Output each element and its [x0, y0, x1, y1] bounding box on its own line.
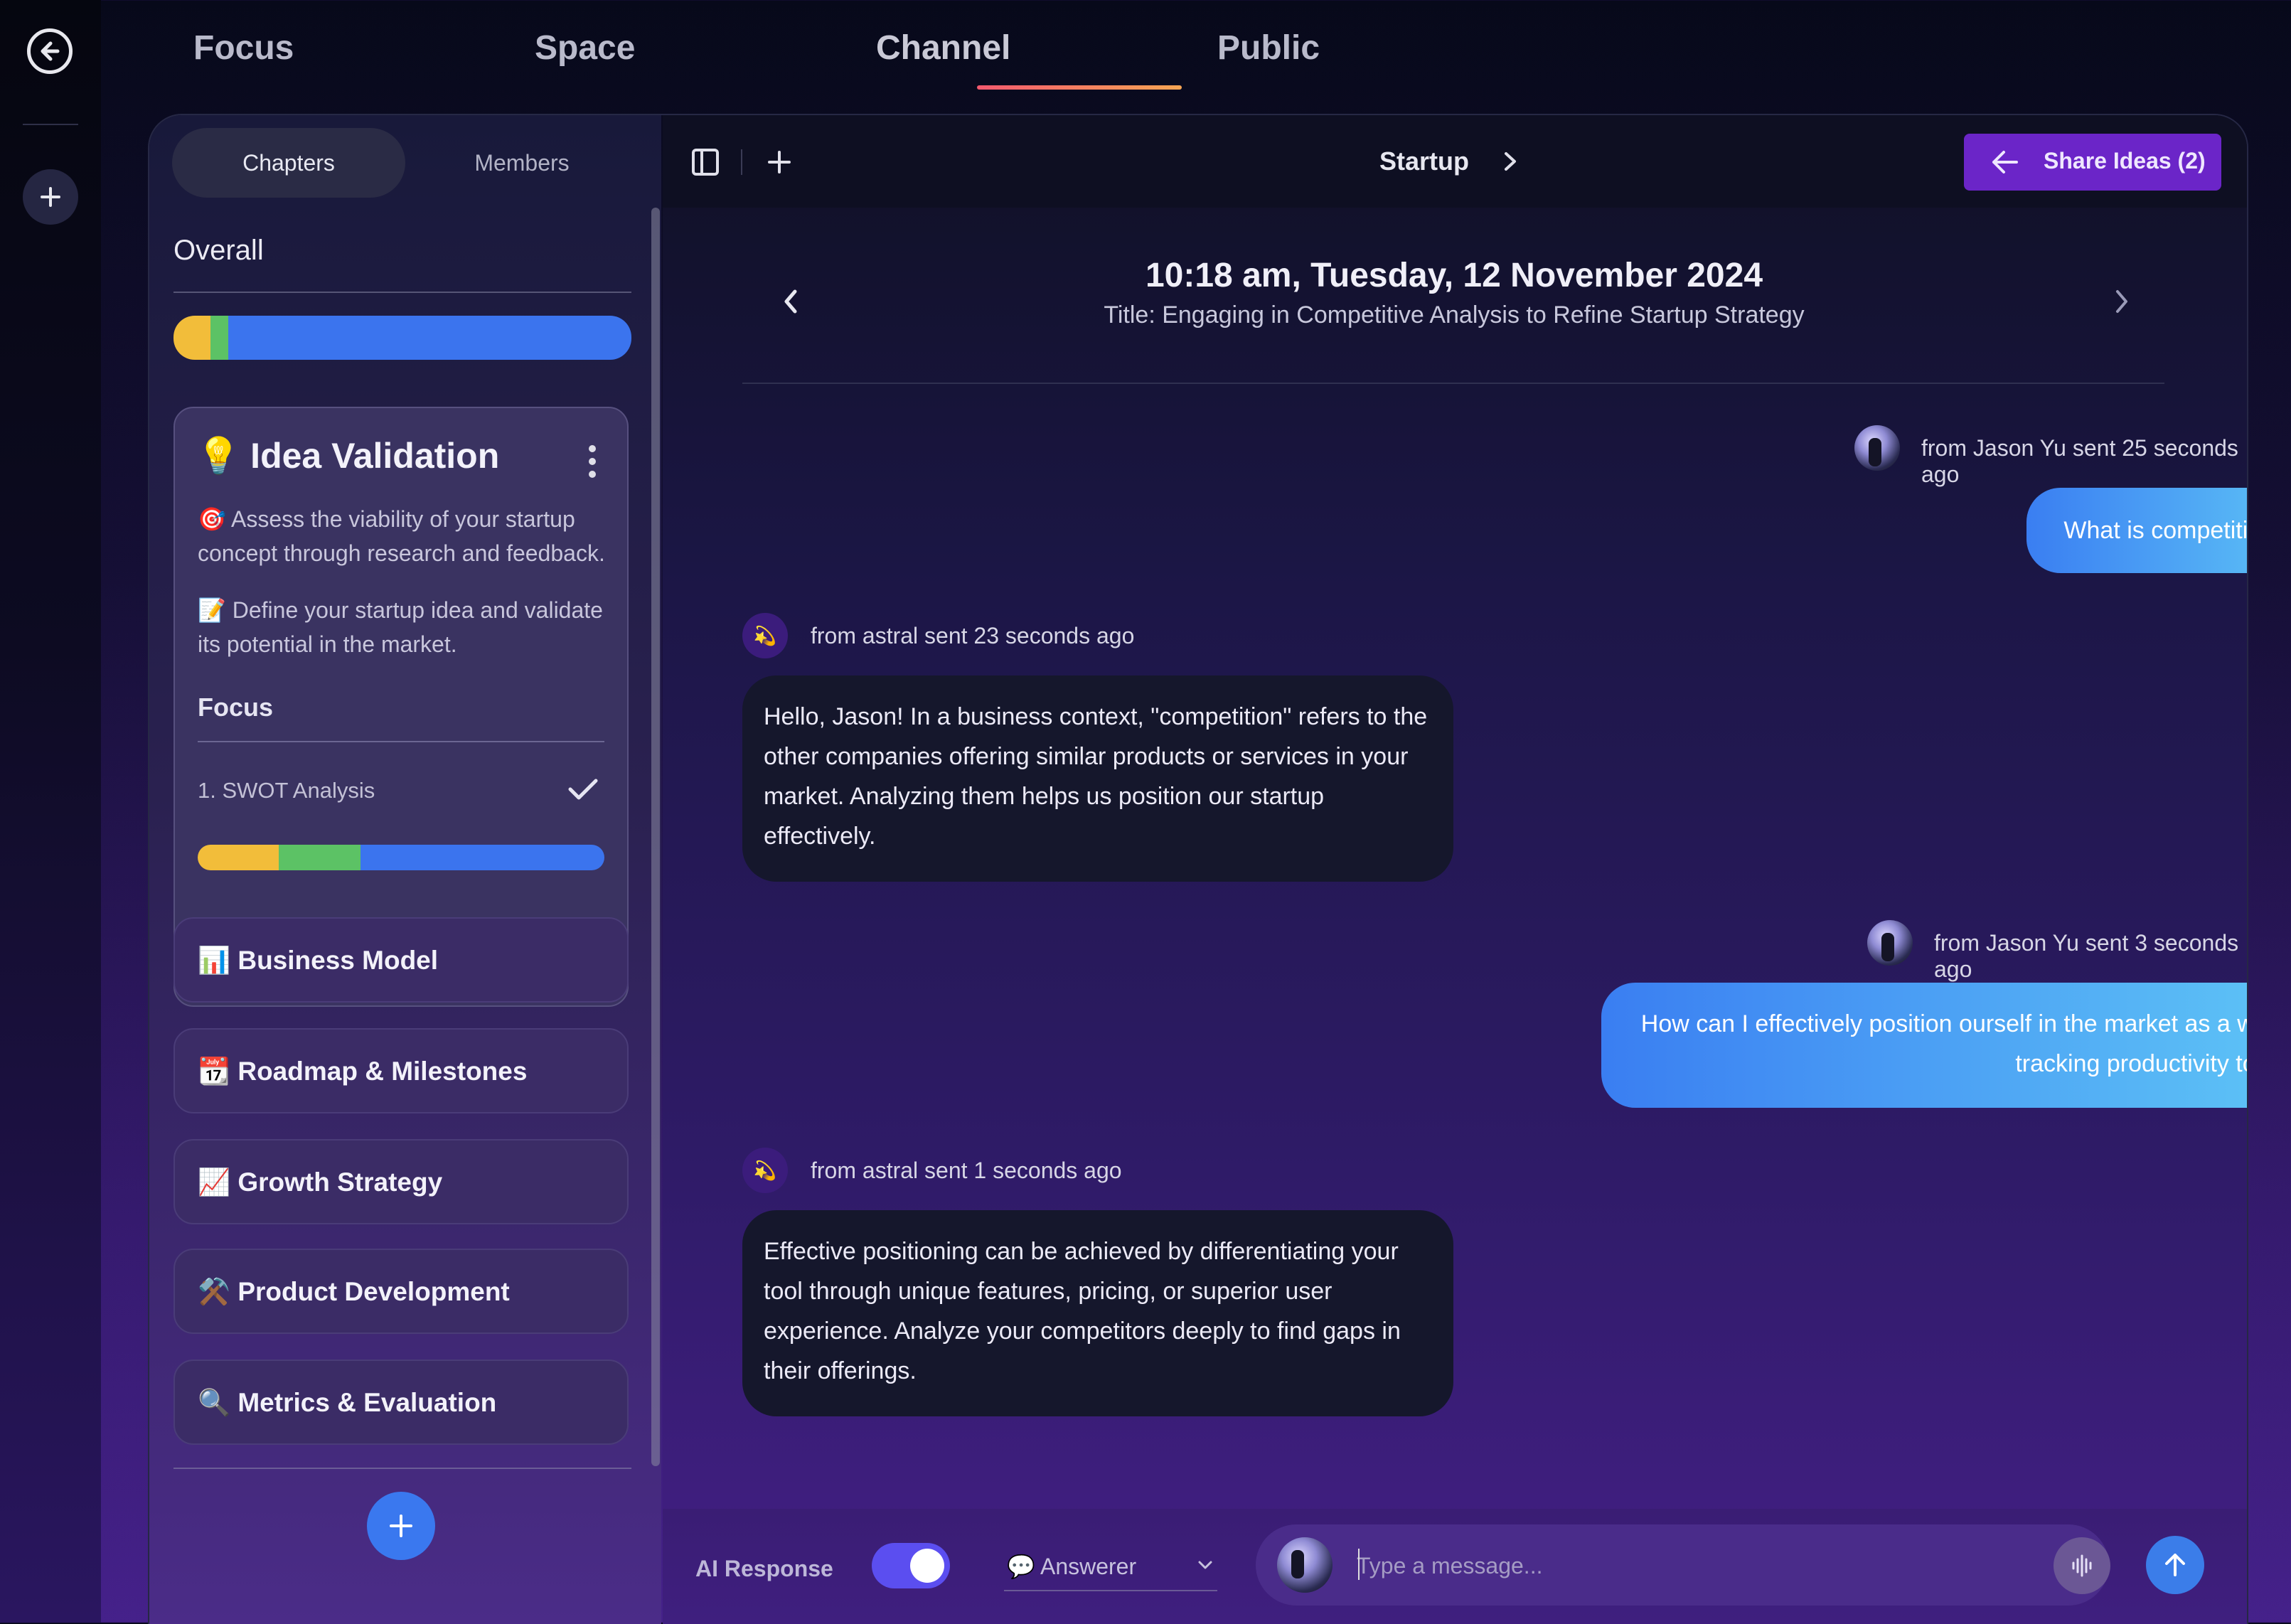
progress-segment-yellow: [198, 845, 279, 870]
progress-segment-blue: [360, 845, 604, 870]
share-ideas-label: Share Ideas (2): [2044, 148, 2206, 173]
mode-select-value: 💬 Answerer: [1007, 1554, 1137, 1579]
breadcrumb[interactable]: Startup: [1379, 146, 1469, 176]
message-meta: from Jason Yu sent 3 seconds ago: [1934, 930, 2239, 982]
chapter-label: 🔍 Metrics & Evaluation: [198, 1388, 497, 1417]
message-meta: from Jason Yu sent 25 seconds ago: [1921, 435, 2238, 487]
back-icon[interactable]: [27, 28, 73, 74]
chapter-card-product[interactable]: ⚒️ Product Development: [173, 1249, 629, 1334]
ai-response-toggle[interactable]: [872, 1543, 950, 1588]
focus-label: Focus: [198, 693, 274, 722]
lightbulb-icon: 💡: [196, 436, 241, 476]
more-options-icon[interactable]: [589, 445, 596, 484]
top-nav: Focus Space Channel Public: [101, 0, 2291, 107]
sidebar-divider: [173, 1468, 631, 1469]
active-tab-underline: [977, 85, 1182, 90]
overall-divider: [173, 292, 631, 293]
progress-segment-green: [210, 316, 229, 360]
chapter-card-roadmap[interactable]: 📆 Roadmap & Milestones: [173, 1028, 629, 1113]
segment-members[interactable]: Members: [405, 128, 639, 198]
segment-chapters[interactable]: Chapters: [172, 128, 405, 198]
chapter-card-growth[interactable]: 📈 Growth Strategy: [173, 1139, 629, 1224]
session-title: Title: Engaging in Competitive Analysis …: [1104, 301, 1805, 328]
astral-avatar-icon: 💫: [742, 1148, 788, 1193]
chapter-card-business-model[interactable]: 📊 Business Model: [173, 917, 629, 1003]
chapter-title: 💡 Idea Validation: [196, 435, 499, 477]
chapter-label: 📊 Business Model: [198, 946, 439, 975]
progress-segment-blue: [228, 316, 631, 360]
sidebar-segment-control: Chapters Members: [172, 128, 636, 198]
bot-message-bubble: Effective positioning can be achieved by…: [742, 1210, 1453, 1416]
plus-icon: [390, 1515, 412, 1537]
session-date: 10:18 am, Tuesday, 12 November 2024: [1145, 257, 1763, 294]
add-space-button[interactable]: [23, 169, 78, 225]
header-separator: [741, 149, 742, 175]
chevron-down-icon: [1198, 1561, 1212, 1569]
chapter-label: ⚒️ Product Development: [198, 1277, 510, 1306]
send-button[interactable]: [2146, 1536, 2204, 1594]
session-divider: [742, 383, 2164, 384]
avatar: [1854, 425, 1900, 471]
left-rail: [0, 0, 101, 1623]
toggle-knob: [910, 1549, 944, 1583]
sidebar-toggle-icon[interactable]: [691, 148, 720, 176]
add-chapter-button[interactable]: [367, 1492, 435, 1560]
arrow-left-icon: [1992, 151, 2018, 173]
progress-segment-green: [279, 845, 361, 870]
avatar: [1867, 920, 1913, 966]
main-frame: Chapters Members Overall 💡 Idea Validati…: [148, 114, 2248, 1624]
new-chat-icon[interactable]: [765, 148, 794, 176]
overall-label: Overall: [173, 235, 264, 266]
share-ideas-button[interactable]: Share Ideas (2): [1964, 134, 2221, 191]
overall-progress-bar: [173, 316, 631, 360]
chevron-right-icon[interactable]: [1502, 149, 1519, 173]
tab-public[interactable]: Public: [1217, 28, 1320, 68]
chat-panel: Startup Share Ideas (2) 10:18 am, Tuesda…: [663, 115, 2247, 1624]
message-composer: [1256, 1524, 2110, 1606]
tab-space[interactable]: Space: [535, 28, 635, 68]
rail-divider: [23, 124, 78, 125]
chapter-label: 📆 Roadmap & Milestones: [198, 1057, 528, 1086]
next-session-icon[interactable]: [2112, 283, 2133, 320]
chapter-title-text: Idea Validation: [250, 436, 500, 476]
user-message-bubble: What is competition?: [2026, 488, 2247, 573]
voice-input-button[interactable]: [2054, 1537, 2110, 1594]
message-meta: from astral sent 1 seconds ago: [811, 1158, 1122, 1183]
chapter-desc-1: 🎯 Assess the viability of your startup c…: [198, 506, 605, 566]
chapter-card-metrics[interactable]: 🔍 Metrics & Evaluation: [173, 1359, 629, 1445]
message-input[interactable]: [1355, 1547, 1984, 1584]
checkmark-icon[interactable]: [566, 775, 600, 803]
message-meta: from astral sent 23 seconds ago: [811, 623, 1135, 648]
arrow-up-icon: [2165, 1554, 2185, 1576]
ai-response-label: AI Response: [695, 1556, 833, 1581]
chat-header: Startup Share Ideas (2): [663, 115, 2247, 208]
user-message-bubble: How can I effectively position ourself i…: [1601, 983, 2247, 1108]
chapter-progress-bar: [198, 845, 604, 870]
astral-avatar-icon: 💫: [742, 613, 788, 658]
chapter-desc-2: 📝 Define your startup idea and validate …: [198, 597, 603, 657]
tab-focus[interactable]: Focus: [193, 28, 294, 68]
tab-channel[interactable]: Channel: [876, 28, 1010, 68]
focus-divider: [198, 741, 604, 742]
waveform-icon: [2072, 1554, 2092, 1577]
bot-message-bubble: Hello, Jason! In a business context, "co…: [742, 675, 1453, 882]
text-caret: [1358, 1549, 1360, 1580]
chapter-label: 📈 Growth Strategy: [198, 1168, 443, 1197]
avatar: [1277, 1537, 1333, 1593]
mode-select[interactable]: 💬 Answerer: [1004, 1546, 1217, 1591]
progress-segment-yellow: [173, 316, 210, 360]
focus-item[interactable]: 1. SWOT Analysis: [198, 778, 375, 803]
chapters-sidebar: Chapters Members Overall 💡 Idea Validati…: [149, 115, 661, 1624]
sidebar-scrollbar[interactable]: [651, 208, 660, 1466]
